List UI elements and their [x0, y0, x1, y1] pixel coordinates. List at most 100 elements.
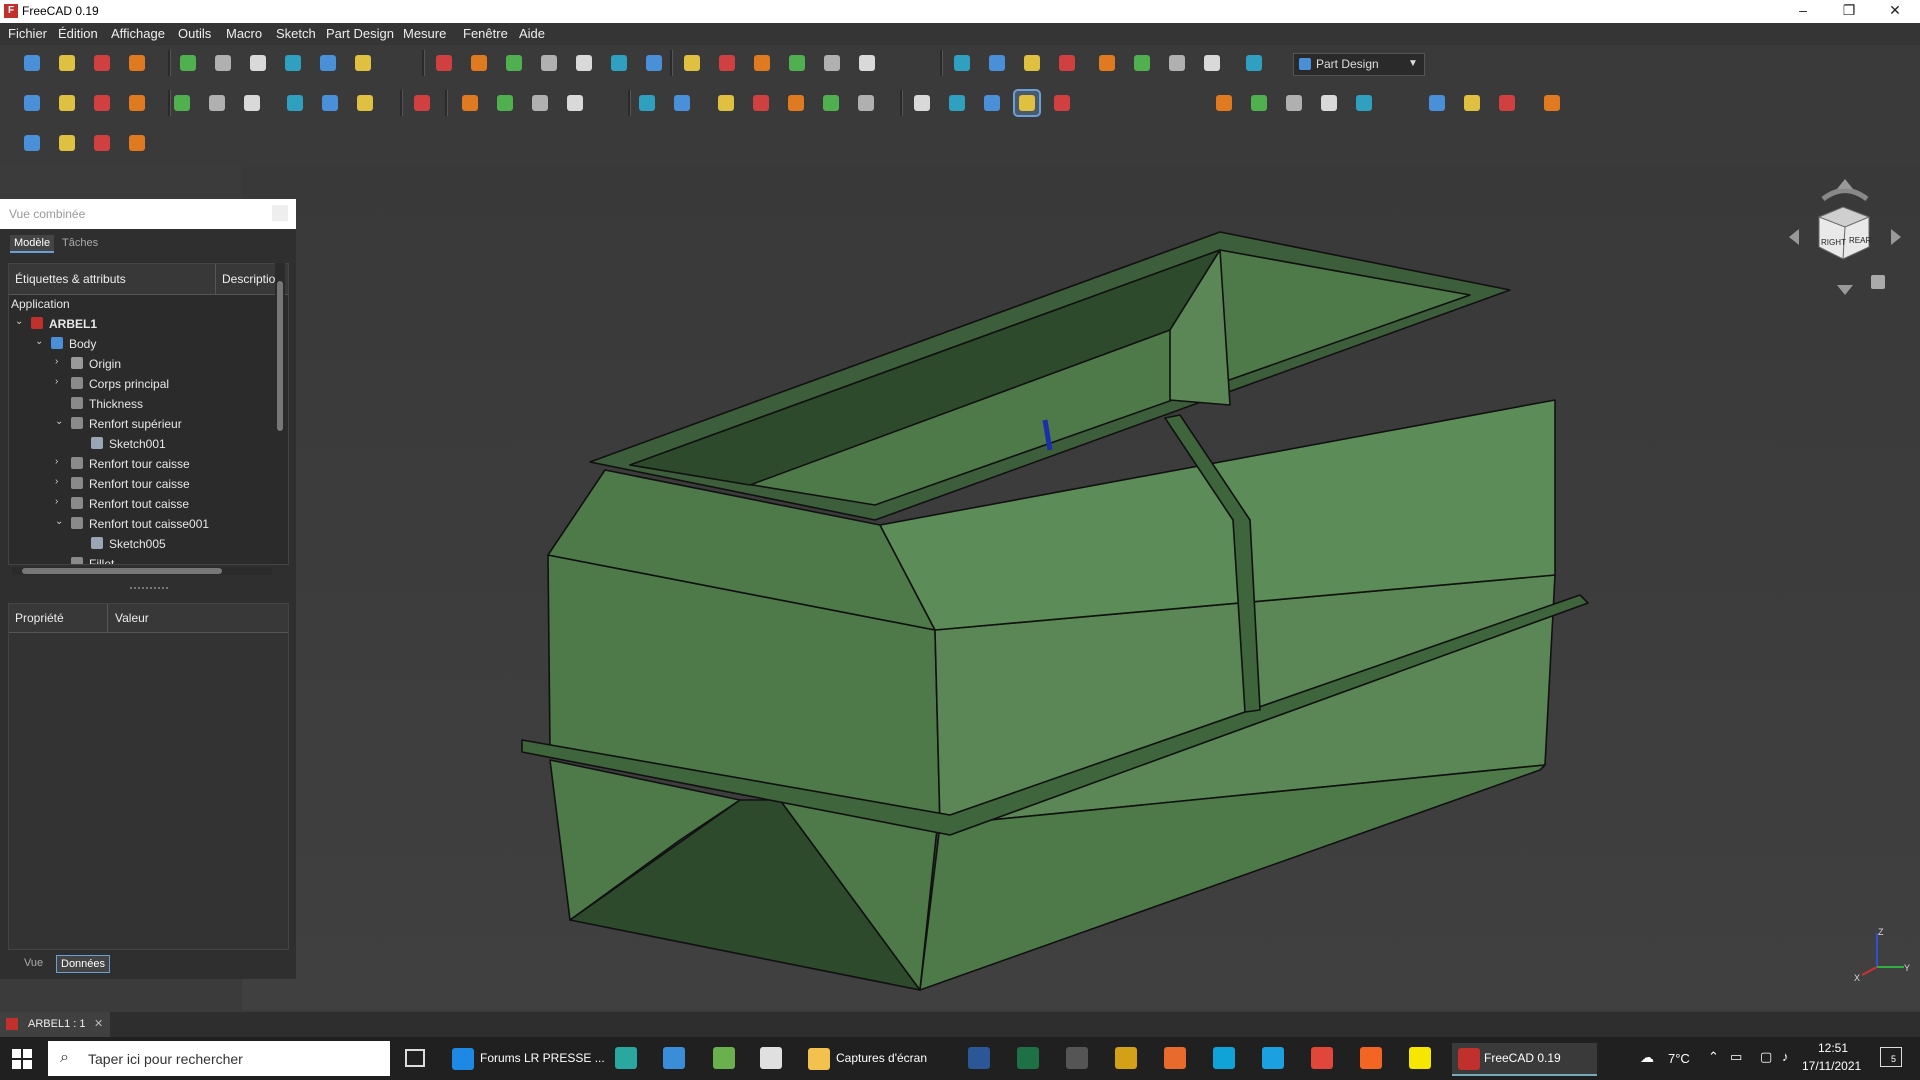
- tree-item[interactable]: › Origin: [9, 354, 279, 374]
- toolbar-tool-icon[interactable]: [820, 51, 844, 75]
- splitter-handle[interactable]: [130, 587, 168, 589]
- menu-edition[interactable]: Édition: [58, 26, 98, 41]
- menu-fichier[interactable]: Fichier: [8, 26, 47, 41]
- toolbar-tool-icon[interactable]: [749, 91, 773, 115]
- taskbar-search-box[interactable]: ⌕ Taper ici pour rechercher: [48, 1041, 390, 1076]
- tree-horizontal-scrollbar[interactable]: [12, 567, 272, 575]
- toolbar-tool-icon[interactable]: [563, 91, 587, 115]
- pinned-app-icon[interactable]: [713, 1047, 735, 1069]
- toolbar-tool-icon[interactable]: [1352, 91, 1376, 115]
- workbench-selector[interactable]: Part Design ▼: [1293, 53, 1425, 76]
- tree-vertical-scrollbar[interactable]: [275, 263, 285, 563]
- chevron-right-icon[interactable]: ›: [55, 356, 65, 367]
- taskbar-app-freecad[interactable]: FreeCAD 0.19: [1452, 1043, 1597, 1076]
- pinned-app-icon[interactable]: [663, 1047, 685, 1069]
- chevron-right-icon[interactable]: ›: [55, 376, 65, 387]
- toolbar-tool-icon[interactable]: [410, 91, 434, 115]
- chevron-down-icon[interactable]: ⌄: [15, 316, 25, 327]
- chevron-down-icon[interactable]: ⌄: [35, 336, 45, 347]
- network-icon[interactable]: ▭: [1730, 1049, 1742, 1065]
- weather-temperature[interactable]: 7°C: [1668, 1051, 1690, 1066]
- pinned-app-icon[interactable]: [615, 1047, 637, 1069]
- toolbar-tool-icon[interactable]: [1095, 51, 1119, 75]
- close-button[interactable]: ✕: [1872, 0, 1918, 23]
- toolbar-tool-icon[interactable]: [950, 51, 974, 75]
- toolbar-tool-icon[interactable]: [819, 91, 843, 115]
- toolbar-tool-icon[interactable]: [1282, 91, 1306, 115]
- toolbar-tool-icon[interactable]: [1200, 51, 1224, 75]
- task-view-icon[interactable]: [405, 1049, 425, 1067]
- tab-taches[interactable]: Tâches: [58, 235, 102, 251]
- tab-modele[interactable]: Modèle: [10, 235, 55, 253]
- toolbar-tool-icon[interactable]: [714, 91, 738, 115]
- pinned-app-icon[interactable]: [1017, 1047, 1039, 1069]
- toolbar-tool-icon[interactable]: [458, 91, 482, 115]
- close-tab-icon[interactable]: ✕: [94, 1017, 103, 1030]
- tree-header-description[interactable]: Descriptio: [222, 272, 275, 286]
- clock-time[interactable]: 12:51: [1818, 1041, 1848, 1055]
- property-column-header[interactable]: Propriété: [15, 611, 64, 625]
- pinned-app-icon[interactable]: [1360, 1047, 1382, 1069]
- menu-part-design[interactable]: Part Design: [326, 26, 394, 41]
- toolbar-tool-icon[interactable]: [980, 91, 1004, 115]
- tree-item[interactable]: Sketch005: [9, 534, 279, 554]
- minimize-button[interactable]: –: [1780, 0, 1826, 23]
- tree-item[interactable]: ⌄ Renfort tout caisse001: [9, 514, 279, 534]
- toolbar-tool-icon[interactable]: [20, 51, 44, 75]
- windows-start-icon[interactable]: [12, 1049, 32, 1069]
- pinned-app-icon[interactable]: [968, 1047, 990, 1069]
- toolbar-tool-icon[interactable]: [1317, 91, 1341, 115]
- toolbar-tool-icon[interactable]: [318, 91, 342, 115]
- toolbar-tool-icon[interactable]: [945, 91, 969, 115]
- toolbar-tool-icon[interactable]: [528, 91, 552, 115]
- menu-macro[interactable]: Macro: [226, 26, 262, 41]
- toolbar-tool-icon[interactable]: [1540, 91, 1564, 115]
- toolbar-tool-icon[interactable]: [125, 51, 149, 75]
- toolbar-tool-icon[interactable]: [176, 51, 200, 75]
- toolbar-tool-icon[interactable]: [281, 51, 305, 75]
- toolbar-tool-icon[interactable]: [125, 91, 149, 115]
- pinned-app-icon[interactable]: [760, 1047, 782, 1069]
- toolbar-tool-icon[interactable]: [1242, 51, 1266, 75]
- model-tree[interactable]: Étiquettes & attributs Descriptio Applic…: [8, 263, 289, 565]
- toolbar-tool-icon[interactable]: [211, 51, 235, 75]
- toolbar-tool-icon[interactable]: [20, 131, 44, 155]
- toolbar-tool-icon[interactable]: [90, 91, 114, 115]
- toolbar-tool-icon[interactable]: [1495, 91, 1519, 115]
- toolbar-tool-icon[interactable]: [785, 51, 809, 75]
- toolbar-tool-icon[interactable]: [607, 51, 631, 75]
- show-hidden-icons-icon[interactable]: ⌃: [1708, 1049, 1719, 1065]
- tree-item[interactable]: ⌄ Renfort supérieur: [9, 414, 279, 434]
- toolbar-tool-icon[interactable]: [90, 51, 114, 75]
- pinned-app-icon[interactable]: [1066, 1047, 1088, 1069]
- toolbar-tool-icon[interactable]: [642, 51, 666, 75]
- toolbar-tool-icon[interactable]: [90, 131, 114, 155]
- toolbar-tool-icon[interactable]: [502, 51, 526, 75]
- toolbar-tool-icon[interactable]: [572, 51, 596, 75]
- 3d-viewport[interactable]: RIGHT REAR Z Y X: [242, 165, 1920, 1010]
- chevron-down-icon[interactable]: ⌄: [55, 416, 65, 427]
- tree-item[interactable]: › Renfort tout caisse: [9, 494, 279, 514]
- toolbar-tool-icon[interactable]: [493, 91, 517, 115]
- pinned-app-icon[interactable]: [1115, 1047, 1137, 1069]
- toolbar-tool-icon[interactable]: [855, 51, 879, 75]
- toolbar-tool-icon[interactable]: [680, 51, 704, 75]
- value-column-header[interactable]: Valeur: [115, 611, 149, 625]
- toolbar-tool-icon[interactable]: [432, 51, 456, 75]
- toolbar-tool-icon[interactable]: [670, 91, 694, 115]
- toolbar-tool-icon[interactable]: [353, 91, 377, 115]
- menu-aide[interactable]: Aide: [519, 26, 545, 41]
- weather-icon[interactable]: ☁: [1640, 1049, 1654, 1066]
- toolbar-tool-icon[interactable]: [537, 51, 561, 75]
- menu-outils[interactable]: Outils: [178, 26, 211, 41]
- panel-close-icon[interactable]: [272, 205, 288, 221]
- tree-item[interactable]: Sketch001: [9, 434, 279, 454]
- toolbar-tool-icon[interactable]: [125, 131, 149, 155]
- toolbar-tool-icon[interactable]: [246, 51, 270, 75]
- toolbar-tool-icon[interactable]: [784, 91, 808, 115]
- toolbar-tool-icon[interactable]: [985, 51, 1009, 75]
- toolbar-tool-icon[interactable]: [750, 51, 774, 75]
- toolbar-tool-icon[interactable]: [635, 91, 659, 115]
- tree-item[interactable]: › Renfort tour caisse: [9, 474, 279, 494]
- toolbar-tool-icon[interactable]: [1050, 91, 1074, 115]
